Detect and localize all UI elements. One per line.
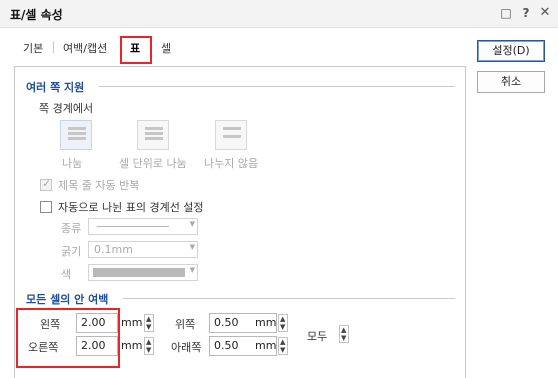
tab-highlight-box xyxy=(120,36,152,64)
line-kind-label: 종류 xyxy=(61,222,82,235)
spin-up-icon[interactable]: ▲ xyxy=(280,339,285,346)
top-margin-spinner[interactable]: ▲ ▼ xyxy=(278,314,288,332)
spin-up-icon[interactable]: ▲ xyxy=(280,316,285,323)
bottom-margin-label: 아래쪽 xyxy=(171,341,202,354)
margins-group-title: 모든 셀의 안 여백 xyxy=(26,293,109,306)
bottom-margin-input[interactable]: 0.50 mm xyxy=(209,336,277,356)
thickness-value: 0.1mm xyxy=(94,243,133,256)
spin-down-icon[interactable]: ▼ xyxy=(280,347,285,354)
right-margin-value: 2.00 xyxy=(81,339,106,352)
set-border-label: 자동으로 나뉜 표의 경계선 설정 xyxy=(58,201,204,214)
bottom-margin-unit: mm xyxy=(255,339,277,352)
spin-down-icon[interactable]: ▼ xyxy=(146,324,151,331)
repeat-header-label: 제목 줄 자동 반복 xyxy=(58,179,140,192)
line-thickness-combo[interactable]: 0.1mm ▼ xyxy=(88,241,198,258)
bottom-margin-spinner[interactable]: ▲ ▼ xyxy=(278,337,288,355)
top-margin-unit: mm xyxy=(255,316,277,329)
chevron-down-icon: ▼ xyxy=(189,266,195,274)
group-divider xyxy=(99,86,455,87)
close-icon[interactable]: ✕ xyxy=(537,5,553,21)
left-margin-spinner[interactable]: ▲ ▼ xyxy=(144,314,154,332)
line-kind-combo[interactable]: ▼ xyxy=(88,218,198,235)
color-swatch xyxy=(93,268,185,277)
help-icon[interactable]: ? xyxy=(518,5,534,21)
top-margin-input[interactable]: 0.50 mm xyxy=(209,313,277,333)
repeat-header-checkbox[interactable]: ✓ xyxy=(40,177,52,191)
line-thickness-label: 굵기 xyxy=(61,245,82,258)
window-title: 표/셀 속성 xyxy=(10,8,63,22)
left-margin-unit: mm xyxy=(121,316,143,329)
comment-icon[interactable]: □ xyxy=(498,5,514,21)
tab-separator xyxy=(53,41,54,53)
ok-button[interactable]: 설정(D) xyxy=(477,40,545,62)
right-margin-unit: mm xyxy=(121,339,143,352)
title-bar: 표/셀 속성 □ ? ✕ xyxy=(0,0,558,28)
bottom-margin-value: 0.50 xyxy=(214,339,239,352)
split-table-icon[interactable] xyxy=(60,120,92,150)
right-margin-label: 오른쪽 xyxy=(28,341,59,354)
chevron-down-icon: ▼ xyxy=(189,220,195,228)
table-tab-panel: 여러 쪽 지원 쪽 경계에서 나눔 셀 단위로 나눔 나누지 않음 ✓ 제목 줄… xyxy=(14,66,466,378)
dialog-body: 기본 여백/캡션 표 셀 설정(D) 취소 여러 쪽 지원 쪽 경계에서 나눔 … xyxy=(0,28,558,378)
left-margin-label: 왼쪽 xyxy=(40,318,61,331)
right-margin-spinner[interactable]: ▲ ▼ xyxy=(144,337,154,355)
split-by-cell-icon[interactable] xyxy=(137,120,169,150)
line-color-label: 색 xyxy=(61,268,72,281)
line-sample xyxy=(97,226,169,227)
option-no-split-label: 나누지 않음 xyxy=(204,157,259,170)
left-margin-input[interactable]: 2.00 xyxy=(76,313,118,333)
set-border-checkbox[interactable] xyxy=(40,201,52,213)
spin-up-icon[interactable]: ▲ xyxy=(146,316,151,323)
multipage-group-title: 여러 쪽 지원 xyxy=(26,81,85,94)
left-margin-value: 2.00 xyxy=(81,316,106,329)
spin-down-icon[interactable]: ▼ xyxy=(146,347,151,354)
spin-down-icon[interactable]: ▼ xyxy=(341,335,346,342)
option-split-label: 나눔 xyxy=(62,157,83,170)
all-margins-spinner[interactable]: ▲ ▼ xyxy=(339,325,349,343)
right-margin-input[interactable]: 2.00 xyxy=(76,336,118,356)
spin-up-icon[interactable]: ▲ xyxy=(341,327,346,334)
page-boundary-label: 쪽 경계에서 xyxy=(39,102,94,115)
top-margin-label: 위쪽 xyxy=(175,318,196,331)
spin-up-icon[interactable]: ▲ xyxy=(146,339,151,346)
line-color-combo[interactable]: ▼ xyxy=(88,264,198,281)
top-margin-value: 0.50 xyxy=(214,316,239,329)
spin-down-icon[interactable]: ▼ xyxy=(280,324,285,331)
chevron-down-icon: ▼ xyxy=(189,243,195,251)
tab-margin-caption[interactable]: 여백/캡션 xyxy=(63,40,107,56)
check-icon: ✓ xyxy=(42,177,52,190)
cancel-button[interactable]: 취소 xyxy=(477,71,545,93)
no-split-icon[interactable] xyxy=(215,120,247,150)
group-divider xyxy=(123,298,455,299)
tab-cell[interactable]: 셀 xyxy=(161,40,171,56)
all-margins-label: 모두 xyxy=(307,330,328,343)
option-split-by-cell-label: 셀 단위로 나눔 xyxy=(119,157,187,170)
tab-basic[interactable]: 기본 xyxy=(23,40,43,56)
